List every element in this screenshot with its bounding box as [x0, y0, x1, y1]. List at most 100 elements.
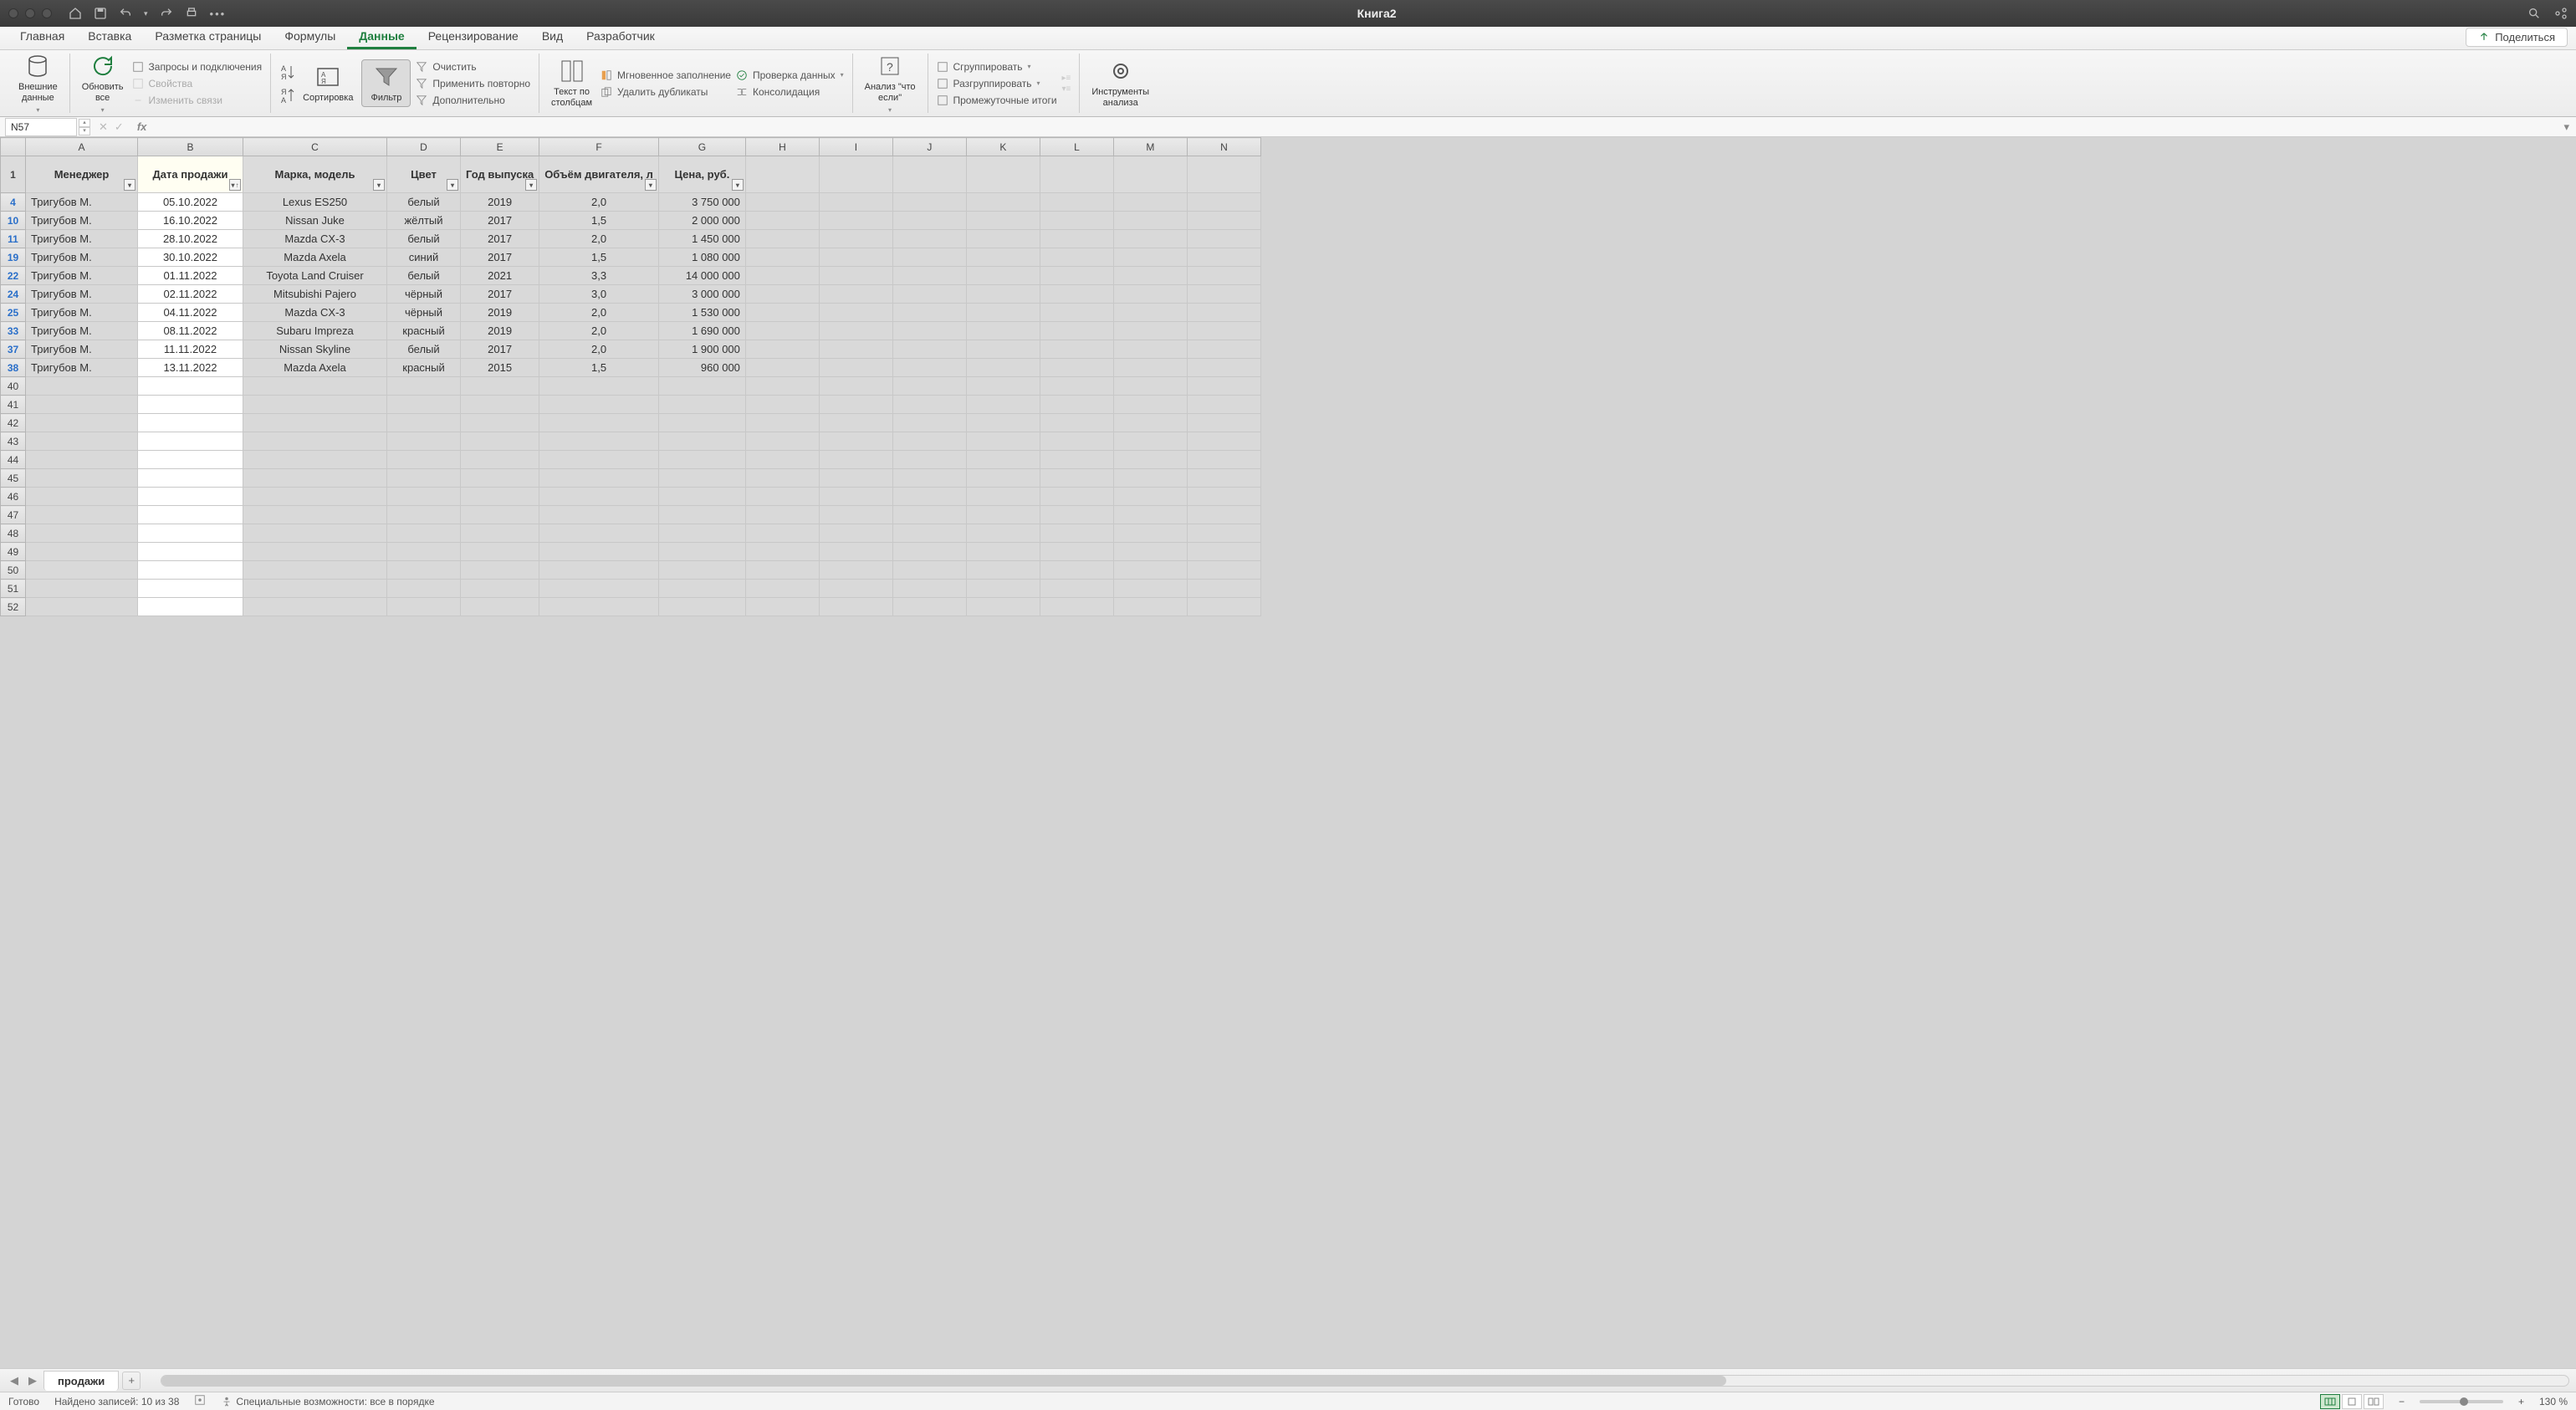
- cell[interactable]: [1187, 414, 1260, 432]
- minimize-window[interactable]: [25, 8, 35, 18]
- cell[interactable]: [1113, 377, 1187, 396]
- table-header-cell[interactable]: Цена, руб.▾: [658, 156, 745, 193]
- cell[interactable]: [461, 543, 539, 561]
- cell[interactable]: [539, 432, 659, 451]
- cell[interactable]: [658, 506, 745, 524]
- cell[interactable]: [1187, 506, 1260, 524]
- cell[interactable]: [745, 359, 819, 377]
- column-header[interactable]: L: [1040, 138, 1113, 156]
- cell[interactable]: Тригубов М.: [26, 193, 138, 212]
- cell[interactable]: [1187, 432, 1260, 451]
- cell[interactable]: [658, 543, 745, 561]
- cell[interactable]: белый: [387, 340, 461, 359]
- cell[interactable]: [1040, 193, 1113, 212]
- text-to-columns-button[interactable]: Текст по столбцам: [548, 56, 595, 110]
- cell[interactable]: [819, 322, 892, 340]
- cell[interactable]: [1040, 469, 1113, 488]
- hide-detail-icon[interactable]: ▾≡: [1062, 84, 1071, 94]
- cell[interactable]: [138, 598, 243, 616]
- cell[interactable]: [1113, 304, 1187, 322]
- cell[interactable]: [26, 432, 138, 451]
- cell[interactable]: 3 000 000: [658, 285, 745, 304]
- cell[interactable]: [892, 598, 966, 616]
- cell[interactable]: 1,5: [539, 359, 659, 377]
- cell[interactable]: [1187, 469, 1260, 488]
- print-icon[interactable]: [185, 7, 198, 20]
- cell[interactable]: [745, 524, 819, 543]
- cell[interactable]: [819, 193, 892, 212]
- cell[interactable]: 13.11.2022: [138, 359, 243, 377]
- cell[interactable]: [1187, 524, 1260, 543]
- cell[interactable]: [1187, 377, 1260, 396]
- expand-formula-icon[interactable]: ▾: [2557, 120, 2576, 134]
- namebox-stepper[interactable]: ▴▾: [79, 119, 90, 135]
- cell[interactable]: [745, 488, 819, 506]
- cell[interactable]: 1 080 000: [658, 248, 745, 267]
- cell[interactable]: [819, 340, 892, 359]
- row-header[interactable]: 47: [1, 506, 26, 524]
- row-header[interactable]: 45: [1, 469, 26, 488]
- cell[interactable]: [966, 396, 1040, 414]
- cell[interactable]: [1113, 451, 1187, 469]
- cell[interactable]: Тригубов М.: [26, 340, 138, 359]
- cell[interactable]: [1187, 396, 1260, 414]
- cell[interactable]: [819, 561, 892, 580]
- cell[interactable]: [819, 248, 892, 267]
- table-header-cell[interactable]: Год выпуска▾: [461, 156, 539, 193]
- table-header-cell[interactable]: [892, 156, 966, 193]
- row-header[interactable]: 40: [1, 377, 26, 396]
- cell[interactable]: [745, 580, 819, 598]
- view-normal-button[interactable]: [2320, 1394, 2340, 1409]
- table-header-cell[interactable]: Дата продажи▾: [138, 156, 243, 193]
- cell[interactable]: [387, 414, 461, 432]
- cell[interactable]: [539, 396, 659, 414]
- cell[interactable]: [966, 561, 1040, 580]
- cell[interactable]: [539, 414, 659, 432]
- cell[interactable]: [1040, 230, 1113, 248]
- cell[interactable]: [1040, 304, 1113, 322]
- select-all-corner[interactable]: [1, 138, 26, 156]
- cell[interactable]: [892, 248, 966, 267]
- advanced-filter-button[interactable]: Дополнительно: [416, 93, 530, 108]
- table-header-cell[interactable]: [1187, 156, 1260, 193]
- cell[interactable]: [387, 543, 461, 561]
- row-header[interactable]: 4: [1, 193, 26, 212]
- sheet-nav-prev[interactable]: ◀: [7, 1373, 22, 1388]
- cell[interactable]: [387, 506, 461, 524]
- cell[interactable]: [892, 193, 966, 212]
- cell[interactable]: 3,3: [539, 267, 659, 285]
- column-header[interactable]: E: [461, 138, 539, 156]
- cell[interactable]: [387, 396, 461, 414]
- view-page-layout-button[interactable]: [2342, 1394, 2362, 1409]
- cell[interactable]: [966, 304, 1040, 322]
- cell[interactable]: [387, 377, 461, 396]
- cell[interactable]: [243, 561, 387, 580]
- home-icon[interactable]: [69, 7, 82, 20]
- cell[interactable]: [1187, 193, 1260, 212]
- cell[interactable]: [138, 432, 243, 451]
- cell[interactable]: [26, 561, 138, 580]
- cell[interactable]: [745, 285, 819, 304]
- cell[interactable]: Lexus ES250: [243, 193, 387, 212]
- cell[interactable]: [819, 230, 892, 248]
- undo-icon[interactable]: [119, 7, 132, 20]
- cell[interactable]: [892, 359, 966, 377]
- cell[interactable]: 2,0: [539, 340, 659, 359]
- row-header[interactable]: 25: [1, 304, 26, 322]
- row-header[interactable]: 22: [1, 267, 26, 285]
- cell[interactable]: [1040, 267, 1113, 285]
- cell[interactable]: [745, 506, 819, 524]
- formula-input[interactable]: [151, 119, 2557, 135]
- cell[interactable]: [819, 543, 892, 561]
- column-header[interactable]: I: [819, 138, 892, 156]
- cell[interactable]: Mazda CX-3: [243, 230, 387, 248]
- tab-home[interactable]: Главная: [8, 25, 76, 49]
- cell[interactable]: [1040, 432, 1113, 451]
- cell[interactable]: 1 450 000: [658, 230, 745, 248]
- cell[interactable]: [1187, 488, 1260, 506]
- cell[interactable]: [819, 359, 892, 377]
- column-header[interactable]: D: [387, 138, 461, 156]
- cell[interactable]: [745, 212, 819, 230]
- cell[interactable]: [966, 451, 1040, 469]
- cell[interactable]: [819, 506, 892, 524]
